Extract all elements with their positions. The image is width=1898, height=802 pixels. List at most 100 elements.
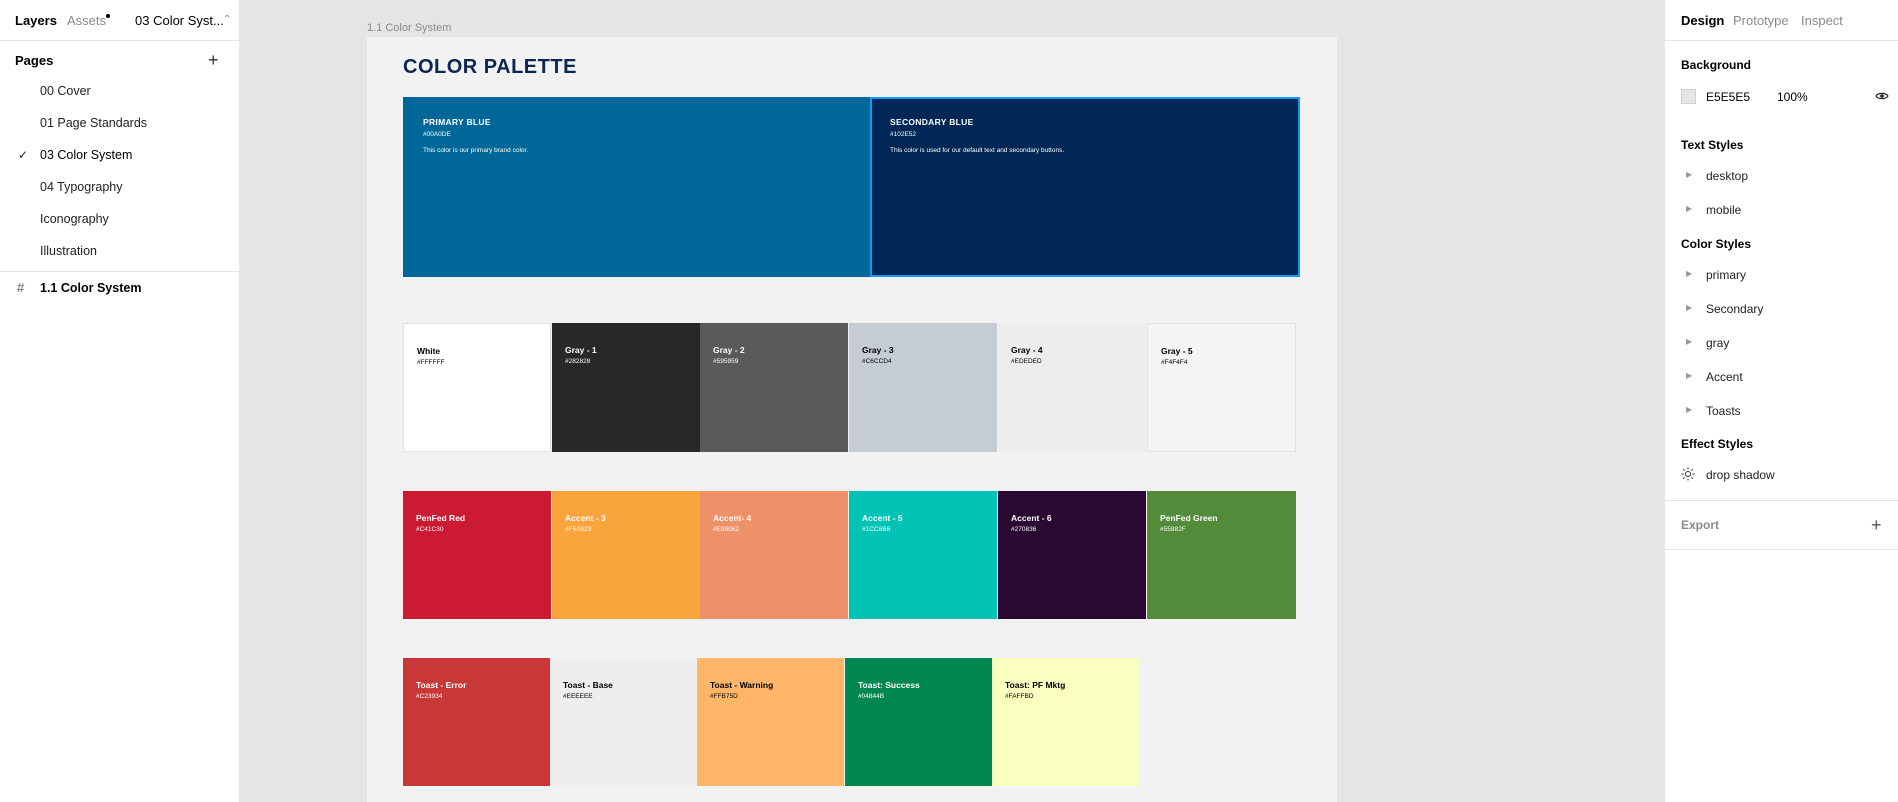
page-item-label: 03 Color System <box>40 148 133 162</box>
eye-icon[interactable] <box>1875 91 1889 101</box>
swatch-hex: #1CC6B6 <box>862 526 891 533</box>
page-item[interactable]: ✓ 03 Color System <box>0 140 239 172</box>
page-item[interactable]: 04 Typography <box>0 172 239 204</box>
swatch-hex: #C23934 <box>416 693 443 700</box>
style-label: desktop <box>1706 169 1749 183</box>
swatch-hex: #EEEEEE <box>563 693 593 700</box>
swatch-name: Accent - 5 <box>862 513 903 523</box>
background-opacity-field[interactable]: 100% <box>1777 90 1808 104</box>
swatch-name: Toast - Base <box>563 680 613 690</box>
swatch-hex: #595959 <box>713 358 739 365</box>
background-hex-field[interactable]: E5E5E5 <box>1706 90 1750 104</box>
page-item[interactable]: 00 Cover <box>0 76 239 108</box>
add-page-icon[interactable]: + <box>208 51 219 69</box>
style-label: gray <box>1706 336 1730 350</box>
effect-styles-title: Effect Styles <box>1681 437 1754 451</box>
swatch-name: Gray - 4 <box>1011 345 1043 355</box>
tab-design[interactable]: Design <box>1681 13 1724 28</box>
color-swatch[interactable]: Gray - 2 #595959 <box>700 323 848 452</box>
tab-prototype[interactable]: Prototype <box>1733 13 1789 28</box>
swatch-name: Toast - Warning <box>710 680 774 690</box>
color-style-primary[interactable]: ▶ primary <box>1681 266 1881 286</box>
swatch-name: Gray - 1 <box>565 345 597 355</box>
color-swatch[interactable]: Toast - Warning #FFB75D <box>697 658 844 786</box>
divider <box>1665 549 1898 550</box>
current-page-select[interactable]: 03 Color Syst... <box>135 13 224 28</box>
swatch-hex: #F4F4F4 <box>1161 359 1188 366</box>
style-label: Toasts <box>1706 404 1741 418</box>
swatch-hex: #FFFFFF <box>417 359 445 366</box>
color-swatch[interactable]: White #FFFFFF <box>403 323 551 452</box>
color-swatch[interactable]: Gray - 5 #F4F4F4 <box>1147 323 1296 452</box>
color-style-accent[interactable]: ▶ Accent <box>1681 368 1881 388</box>
caret-right-icon[interactable]: ▶ <box>1686 204 1692 213</box>
swatch-name: PRIMARY BLUE <box>423 117 491 127</box>
frame-label[interactable]: 1.1 Color System <box>367 22 451 34</box>
left-panel: Layers Assets 03 Color Syst... ⌃ Pages +… <box>0 0 240 802</box>
color-swatch[interactable]: Toast: PF Mktg #FAFFBD <box>992 658 1139 786</box>
caret-right-icon[interactable]: ▶ <box>1686 303 1692 312</box>
tab-inspect[interactable]: Inspect <box>1801 13 1843 28</box>
chevron-up-icon[interactable]: ⌃ <box>223 14 231 25</box>
color-swatch[interactable]: Accent - 6 #270836 <box>998 491 1146 619</box>
color-swatch[interactable]: Accent - 5 #1CC6B6 <box>849 491 997 619</box>
color-swatch[interactable]: Gray - 1 #282828 <box>552 323 700 452</box>
color-swatch[interactable]: PenFed Green #55882F <box>1147 491 1296 619</box>
color-swatch[interactable]: Toast: Success #04844B <box>845 658 992 786</box>
color-styles-title: Color Styles <box>1681 237 1752 251</box>
page-item[interactable]: Iconography <box>0 204 239 236</box>
caret-right-icon[interactable]: ▶ <box>1686 371 1692 380</box>
color-swatch[interactable]: Gray - 4 #EDEDED <box>998 323 1146 452</box>
layer-frame-color-system[interactable]: # 1.1 Color System <box>0 276 239 300</box>
caret-right-icon[interactable]: ▶ <box>1686 269 1692 278</box>
divider <box>1665 500 1898 501</box>
style-label: Secondary <box>1706 302 1764 316</box>
caret-right-icon[interactable]: ▶ <box>1686 337 1692 346</box>
swatch-name: Toast - Error <box>416 680 467 690</box>
style-label: primary <box>1706 268 1747 282</box>
color-swatch[interactable]: Gray - 3 #C6CCD4 <box>849 323 997 452</box>
swatch-hex: #FFB75D <box>710 693 738 700</box>
text-styles-title: Text Styles <box>1681 138 1744 152</box>
caret-right-icon[interactable]: ▶ <box>1686 170 1692 179</box>
swatch-hex: #C6CCD4 <box>862 358 892 365</box>
tab-layers[interactable]: Layers <box>15 13 57 28</box>
add-export-icon[interactable]: + <box>1871 516 1882 534</box>
page-item[interactable]: Illustration <box>0 236 239 268</box>
swatch-hex: #55882F <box>1160 526 1186 533</box>
text-style-desktop[interactable]: ▶ desktop <box>1681 167 1881 187</box>
color-swatch[interactable]: Accent- 4 #E99062 <box>700 491 848 619</box>
divider <box>1665 40 1898 41</box>
effect-style-drop-shadow[interactable]: drop shadow <box>1706 468 1775 482</box>
export-title[interactable]: Export <box>1681 518 1719 532</box>
layer-label: 1.1 Color System <box>40 281 142 295</box>
background-color-swatch[interactable] <box>1681 89 1696 104</box>
text-style-mobile[interactable]: ▶ mobile <box>1681 201 1881 221</box>
color-swatch[interactable]: Toast - Error #C23934 <box>403 658 550 786</box>
swatch-name: Accent- 4 <box>713 513 752 523</box>
swatch-name: Gray - 2 <box>713 345 745 355</box>
page-item[interactable]: 01 Page Standards <box>0 108 239 140</box>
page-item-label: 00 Cover <box>40 84 91 98</box>
color-style-secondary[interactable]: ▶ Secondary <box>1681 300 1881 320</box>
sun-icon <box>1681 467 1695 481</box>
color-style-toasts[interactable]: ▶ Toasts <box>1681 402 1881 422</box>
color-swatch[interactable]: Accent - 3 #F5A623 <box>552 491 700 619</box>
color-swatch[interactable]: PenFed Red #C41C30 <box>403 491 551 619</box>
page-item-label: 01 Page Standards <box>40 116 148 130</box>
color-swatch[interactable]: Toast - Base #EEEEEE <box>550 658 697 786</box>
swatch-name: Accent - 3 <box>565 513 606 523</box>
color-swatch[interactable]: SECONDARY BLUE #102E52 This color is used … <box>870 97 1300 277</box>
swatch-description: This color is used for our default text … <box>890 147 1065 154</box>
page-item-label: 04 Typography <box>40 180 123 194</box>
left-panel-header: Layers Assets 03 Color Syst... ⌃ <box>0 0 239 41</box>
color-style-gray[interactable]: ▶ gray <box>1681 334 1881 354</box>
swatch-hex: #270836 <box>1011 526 1037 533</box>
background-title: Background <box>1681 58 1752 72</box>
tab-assets[interactable]: Assets <box>67 13 106 28</box>
caret-right-icon[interactable]: ▶ <box>1686 405 1692 414</box>
swatch-name: Toast: PF Mktg <box>1005 680 1066 690</box>
color-swatch[interactable]: PRIMARY BLUE #00A0DE This color is our pri… <box>403 97 870 277</box>
swatch-name: SECONDARY BLUE <box>890 117 974 127</box>
pages-title: Pages <box>15 53 54 68</box>
